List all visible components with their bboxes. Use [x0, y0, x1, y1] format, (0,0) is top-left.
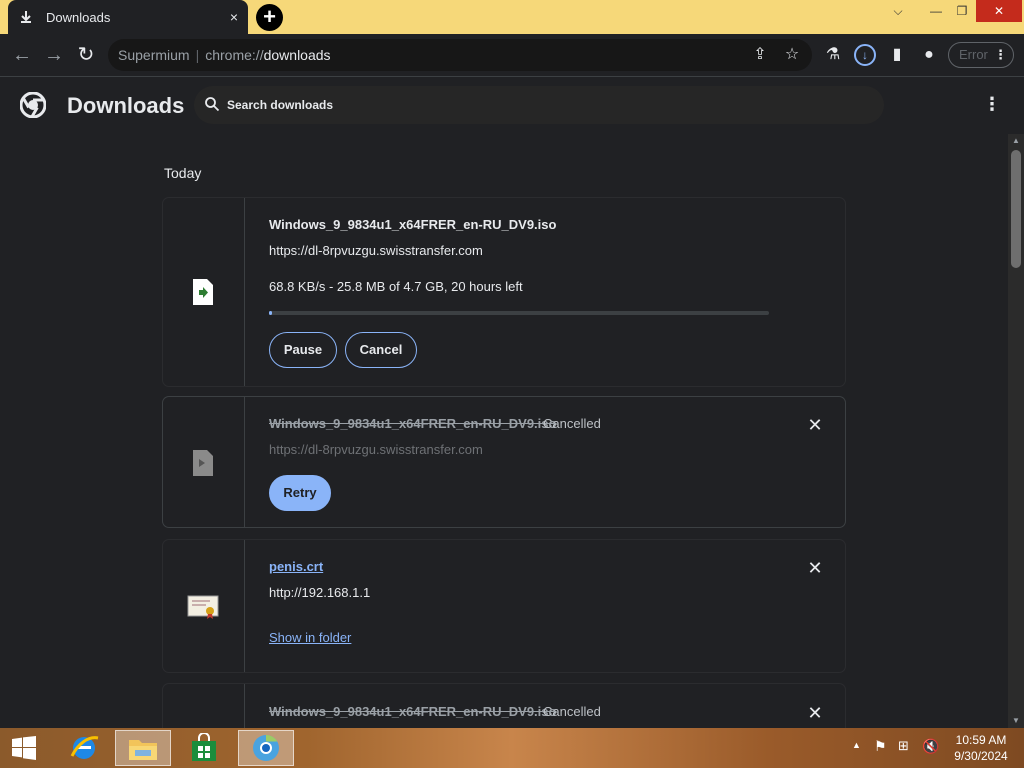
search-placeholder: Search downloads — [227, 98, 334, 112]
show-hidden-icons-icon[interactable]: ▲ — [852, 740, 861, 750]
download-status: Cancelled — [543, 704, 601, 719]
download-filename[interactable]: Windows_9_9834u1_x64FRER_en-RU_DV9.iso — [269, 217, 556, 232]
taskbar-file-explorer[interactable] — [115, 730, 171, 766]
chrome-logo-icon — [20, 92, 46, 118]
file-icon-column — [163, 397, 245, 527]
download-url: https://dl-8rpvuzgu.swisstransfer.com — [269, 442, 483, 457]
internet-explorer-icon — [70, 736, 99, 759]
show-in-folder-link[interactable]: Show in folder — [269, 630, 351, 645]
tab-downloads[interactable]: Downloads × — [8, 0, 248, 34]
download-item: Windows_9_9834u1_x64FRER_en-RU_DV9.iso h… — [163, 198, 845, 386]
download-item: Windows_9_9834u1_x64FRER_en-RU_DV9.iso C… — [163, 397, 845, 527]
scroll-down-icon[interactable]: ▼ — [1008, 714, 1024, 728]
tab-close-icon[interactable]: × — [230, 9, 238, 25]
taskbar-internet-explorer[interactable] — [56, 730, 112, 766]
retry-button[interactable]: Retry — [269, 475, 331, 511]
folder-icon — [129, 740, 157, 760]
download-progress-bar — [269, 311, 769, 315]
download-url[interactable]: http://192.168.1.1 — [269, 585, 370, 600]
forward-icon[interactable]: → — [42, 44, 66, 68]
action-center-flag-icon[interactable]: ⚑ — [874, 738, 887, 755]
store-icon — [192, 733, 216, 761]
clock-time: 10:59 AM — [955, 733, 1007, 747]
omnibox-origin: Supermium — [118, 47, 190, 63]
download-filename: Windows_9_9834u1_x64FRER_en-RU_DV9.iso — [269, 416, 557, 431]
browser-toolbar: ← → ↻ Supermium | chrome://downloads ⇪ ☆ ⚗… — [0, 34, 1024, 77]
labs-flask-icon[interactable]: ⚗ — [822, 44, 844, 66]
close-window-button[interactable]: ✕ — [976, 0, 1022, 22]
taskbar-supermium[interactable] — [238, 730, 294, 766]
windows-taskbar: ▲ ⚑ ⊞ 🔇 10:59 AM 9/30/2024 — [0, 728, 1024, 768]
more-menu-icon: ⋮ — [994, 47, 1007, 62]
scroll-thumb[interactable] — [1011, 150, 1021, 268]
page-scrollbar[interactable]: ▲ ▼ — [1008, 134, 1024, 728]
download-item: penis.crt http://192.168.1.1 Show in fol… — [163, 540, 845, 672]
search-downloads-input[interactable]: Search downloads — [194, 86, 884, 124]
taskbar-clock[interactable]: 10:59 AM 9/30/2024 — [946, 732, 1016, 764]
date-group-label: Today — [164, 165, 202, 181]
volume-muted-icon[interactable]: 🔇 — [922, 738, 939, 755]
restore-button[interactable]: ❐ — [946, 0, 978, 22]
page-title: Downloads — [67, 93, 185, 118]
windows-logo-icon — [12, 736, 36, 760]
profile-avatar-icon[interactable]: ● — [918, 44, 940, 66]
start-button[interactable] — [0, 730, 48, 766]
file-icon-column — [163, 198, 245, 386]
download-filename-link[interactable]: penis.crt — [269, 559, 323, 574]
download-status: Cancelled — [543, 416, 601, 431]
reload-icon[interactable]: ↻ — [74, 44, 98, 68]
remove-item-close-icon[interactable]: ✕ — [803, 413, 827, 437]
tab-title: Downloads — [46, 9, 111, 25]
error-label: Error — [959, 47, 988, 62]
more-actions-icon[interactable]: ⋮ — [982, 94, 1002, 116]
file-icon — [193, 279, 213, 305]
downloads-header: Downloads Search downloads ⋮ — [0, 78, 1024, 134]
supermium-browser-icon — [253, 734, 279, 761]
download-filename: Windows_9_9834u1_x64FRER_en-RU_DV9.iso — [269, 704, 557, 719]
bookmark-star-icon[interactable]: ☆ — [782, 45, 802, 65]
downloads-toolbar-icon[interactable]: ↓ — [854, 44, 876, 66]
certificate-file-icon — [187, 595, 219, 619]
clock-date: 9/30/2024 — [954, 749, 1008, 763]
download-progress-text: 68.8 KB/s - 25.8 MB of 4.7 GB, 20 hours … — [269, 279, 523, 294]
share-icon[interactable]: ⇪ — [750, 45, 770, 65]
taskbar-store[interactable] — [176, 730, 232, 766]
tab-strip: Downloads × + ⌵ — ❐ ✕ — [0, 0, 1024, 34]
cancel-button[interactable]: Cancel — [345, 332, 417, 368]
file-icon — [193, 450, 213, 476]
download-url[interactable]: https://dl-8rpvuzgu.swisstransfer.com — [269, 243, 483, 258]
back-icon[interactable]: ← — [10, 44, 34, 68]
address-bar[interactable]: Supermium | chrome://downloads ⇪ ☆ — [108, 39, 812, 71]
download-icon — [21, 11, 31, 23]
side-panel-icon[interactable]: ▮ — [886, 44, 908, 66]
error-profile-button[interactable]: Error ⋮ — [948, 42, 1014, 68]
remove-item-close-icon[interactable]: ✕ — [803, 701, 827, 725]
pause-button[interactable]: Pause — [269, 332, 337, 368]
search-icon — [205, 97, 220, 112]
download-progress-fill — [269, 311, 272, 315]
remove-item-close-icon[interactable]: ✕ — [803, 556, 827, 580]
scroll-up-icon[interactable]: ▲ — [1008, 134, 1024, 148]
file-icon-column — [163, 540, 245, 672]
new-tab-button[interactable]: + — [256, 4, 283, 31]
address-text: Supermium | chrome://downloads — [118, 47, 331, 63]
omnibox-scheme: chrome:// — [205, 47, 264, 63]
omnibox-host: downloads — [263, 47, 331, 63]
tab-search-chevron-icon[interactable]: ⌵ — [882, 0, 914, 22]
network-icon[interactable]: ⊞ — [898, 738, 909, 754]
system-tray: ▲ ⚑ ⊞ 🔇 — [850, 728, 940, 768]
